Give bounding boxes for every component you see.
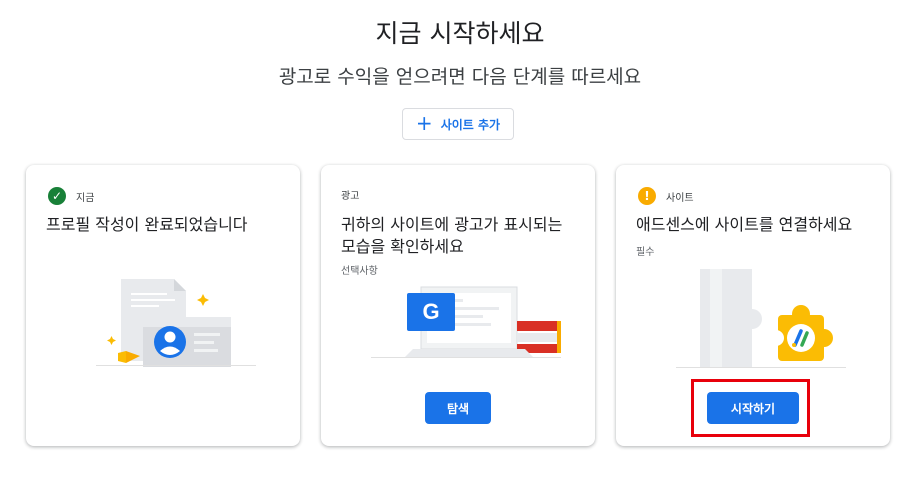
card-badge: ✓ 지금 xyxy=(48,187,94,205)
card-subtitle: 필수 xyxy=(636,247,655,258)
check-circle-icon: ✓ xyxy=(48,187,66,205)
add-site-label: 사이트 추가 xyxy=(440,117,501,132)
page-subtitle: 광고로 수익을 얻으려면 다음 단계를 따르세요 xyxy=(278,66,642,88)
explore-button[interactable]: 탐색 xyxy=(425,392,491,424)
card-title: 프로필 작성이 완료되었습니다 xyxy=(46,215,248,234)
profile-card-illustration xyxy=(96,279,256,367)
google-ad-laptop-illustration: G xyxy=(371,286,561,358)
highlight-box xyxy=(691,379,810,437)
add-site-button[interactable]: + 사이트 추가 xyxy=(402,108,514,140)
exclamation-circle-icon: ! xyxy=(638,187,656,205)
badge-label: 사이트 xyxy=(666,192,694,204)
profile-card: ✓ 지금 프로필 작성이 완료되었습니다 xyxy=(26,165,300,446)
badge-label: 광고 xyxy=(341,191,360,202)
svg-text:G: G xyxy=(422,299,439,324)
page-title: 지금 시작하세요 xyxy=(375,19,545,48)
card-title: 애드센스에 사이트를 연결하세요 xyxy=(636,215,853,234)
card-badge: 광고 xyxy=(341,187,359,202)
badge-label: 지금 xyxy=(76,192,95,204)
card-title: 귀하의 사이트에 광고가 표시되는 모습을 확인하세요 xyxy=(341,215,563,256)
plus-icon: + xyxy=(415,111,433,135)
adsense-puzzle-illustration xyxy=(676,269,846,368)
card-badge: ! 사이트 xyxy=(638,187,694,205)
ad-preview-card: 광고 귀하의 사이트에 광고가 표시되는 모습을 확인하세요 선택사항 G 탐색 xyxy=(321,165,595,446)
